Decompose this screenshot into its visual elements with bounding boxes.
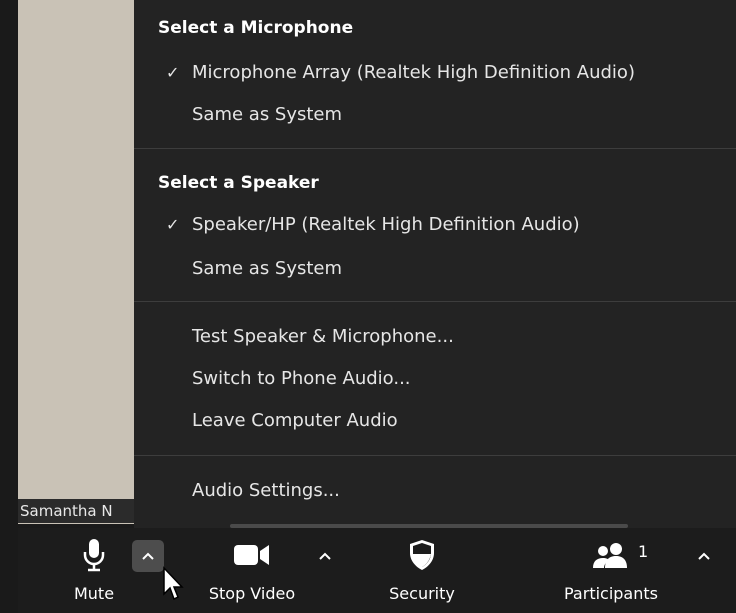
chevron-up-icon <box>142 552 154 560</box>
menu-divider <box>134 301 736 302</box>
video-camera-icon <box>233 538 271 572</box>
participants-button[interactable]: Participants <box>552 528 670 613</box>
menu-divider <box>134 148 736 149</box>
menu-item-mic-same-as-system[interactable]: Same as System <box>192 98 726 132</box>
participants-label: Participants <box>564 584 658 603</box>
security-label: Security <box>389 584 455 603</box>
video-options-caret[interactable] <box>309 540 341 572</box>
audio-options-menu: Select a Microphone ✓ Microphone Array (… <box>134 0 736 528</box>
mute-label: Mute <box>73 584 115 603</box>
audio-options-caret[interactable] <box>132 540 164 572</box>
chevron-up-icon <box>698 552 710 560</box>
participant-name-label: Samantha N <box>18 499 138 523</box>
menu-item-microphone-array[interactable]: Microphone Array (Realtek High Definitio… <box>192 56 726 90</box>
checkmark-icon: ✓ <box>166 215 180 234</box>
chevron-up-icon <box>319 552 331 560</box>
shield-icon <box>408 538 436 572</box>
security-button[interactable]: Security <box>372 528 472 613</box>
mouse-cursor-icon <box>163 566 184 601</box>
menu-item-speaker-same-as-system[interactable]: Same as System <box>192 252 726 286</box>
menu-item-switch-to-phone-audio[interactable]: Switch to Phone Audio... <box>192 362 726 396</box>
menu-item-speaker-hp[interactable]: Speaker/HP (Realtek High Definition Audi… <box>192 208 726 242</box>
menu-item-audio-settings[interactable]: Audio Settings... <box>192 474 726 508</box>
participants-options-caret[interactable] <box>688 540 720 572</box>
participant-video-tile <box>18 0 140 524</box>
stop-video-button[interactable]: Stop Video <box>202 528 302 613</box>
stop-video-label: Stop Video <box>208 584 296 603</box>
speaker-section-title: Select a Speaker <box>158 173 319 193</box>
microphone-icon <box>82 538 106 572</box>
microphone-section-title: Select a Microphone <box>158 18 354 38</box>
zoom-meeting-window: Samantha N Select a Microphone ✓ Microph… <box>0 0 736 613</box>
meeting-toolbar: Mute Stop Video Security Participants 1 <box>18 528 736 613</box>
menu-item-leave-computer-audio[interactable]: Leave Computer Audio <box>192 404 726 438</box>
checkmark-icon: ✓ <box>166 63 180 82</box>
participants-icon <box>591 538 631 572</box>
mute-button[interactable]: Mute <box>64 528 124 613</box>
menu-divider <box>134 455 736 456</box>
participant-count-badge: 1 <box>638 542 649 561</box>
menu-item-test-speaker-microphone[interactable]: Test Speaker & Microphone... <box>192 320 726 354</box>
